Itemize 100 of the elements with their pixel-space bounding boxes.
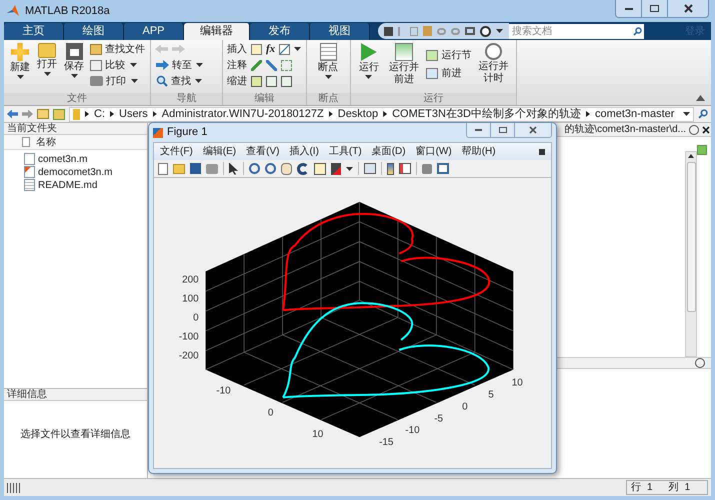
close-button[interactable] bbox=[515, 123, 551, 137]
tick-label: 0 bbox=[193, 312, 199, 324]
ribbon-tab[interactable]: 视图 bbox=[310, 23, 370, 40]
path-segment[interactable]: Desktop bbox=[338, 108, 378, 120]
collapse-ribbon-icon[interactable] bbox=[696, 95, 705, 101]
caret-icon bbox=[294, 47, 302, 51]
window-title: MATLAB R2018a bbox=[25, 4, 110, 19]
tick-label: -10 bbox=[405, 425, 420, 436]
menu-item[interactable]: 桌面(D) bbox=[372, 144, 406, 159]
script-file-icon bbox=[24, 166, 35, 178]
ribbon-button[interactable]: 打开 bbox=[35, 41, 59, 93]
ribbon-button[interactable]: 运行并前进 bbox=[386, 41, 422, 93]
pointer-icon[interactable] bbox=[229, 162, 238, 174]
menu-item[interactable]: 编辑(E) bbox=[202, 144, 236, 159]
panel-title: 详细信息 bbox=[4, 389, 147, 401]
menu-item[interactable]: 工具(T) bbox=[328, 144, 362, 159]
group-label: 运行 bbox=[351, 93, 516, 105]
ribbon-button[interactable]: 保存 bbox=[62, 41, 86, 93]
ribbon-button[interactable]: 查找 bbox=[155, 73, 192, 89]
file-row[interactable]: democomet3n.m bbox=[4, 166, 147, 178]
path-segment[interactable]: COMET3N在3D中绘制多个对象的轨迹 bbox=[392, 108, 581, 120]
ribbon-tab[interactable]: APP bbox=[124, 23, 184, 40]
file-row[interactable]: README.md bbox=[4, 179, 147, 191]
menu-item[interactable]: 插入(I) bbox=[289, 144, 319, 159]
path-segment[interactable]: Users bbox=[119, 108, 148, 120]
scroll-up-icon bbox=[688, 154, 694, 158]
caret-icon bbox=[44, 72, 50, 76]
tick-label: 0 bbox=[268, 407, 274, 418]
menu-item[interactable]: 窗口(W) bbox=[416, 144, 452, 159]
comment-label: 注释 bbox=[227, 58, 247, 72]
tick-label: -10 bbox=[216, 385, 231, 396]
minimize-button[interactable] bbox=[467, 123, 491, 137]
printer-icon bbox=[90, 76, 103, 86]
tick-label: -100 bbox=[178, 332, 199, 343]
maximize-button[interactable] bbox=[491, 123, 515, 137]
caret-icon bbox=[346, 166, 353, 170]
ribbon-button[interactable]: 比较 bbox=[89, 57, 126, 73]
folder-icon bbox=[38, 43, 56, 58]
caret-icon bbox=[131, 79, 138, 83]
colorbar-icon[interactable] bbox=[387, 162, 394, 174]
ribbon-button[interactable]: 转至 bbox=[155, 57, 193, 73]
ribbon-tab[interactable]: 发布 bbox=[250, 23, 310, 40]
ribbon-tab[interactable]: 主页 bbox=[4, 23, 64, 40]
tick-label: -15 bbox=[379, 437, 394, 448]
minimize-button[interactable] bbox=[616, 0, 642, 17]
row-number: 1 bbox=[647, 481, 653, 495]
ribbon-button[interactable]: 查找文件 bbox=[89, 41, 146, 57]
path-segment[interactable]: comet3n-master bbox=[594, 108, 674, 120]
folder-icon[interactable] bbox=[173, 164, 185, 174]
menu-item[interactable]: 文件(F) bbox=[160, 144, 193, 159]
app-logo-icon bbox=[6, 4, 20, 18]
menu-item[interactable]: 帮助(H) bbox=[462, 144, 496, 159]
scrollbar[interactable] bbox=[685, 151, 697, 357]
folder-icon bbox=[73, 108, 80, 120]
maximize-button[interactable] bbox=[642, 0, 668, 17]
ribbon-button[interactable]: 断点 bbox=[311, 41, 345, 93]
row-label: 行 bbox=[631, 481, 641, 495]
tick-label: -200 bbox=[178, 350, 199, 362]
tick-label: 0 bbox=[462, 401, 468, 412]
panel-title: 当前文件夹 bbox=[4, 123, 147, 135]
tick-label: 10 bbox=[512, 378, 523, 389]
tick-label: -5 bbox=[434, 413, 444, 424]
menu-item[interactable]: 查看(V) bbox=[246, 144, 280, 159]
close-icon[interactable] bbox=[702, 126, 710, 134]
column-label: 列 bbox=[668, 481, 679, 495]
ribbon-button[interactable]: 前进 bbox=[425, 65, 472, 81]
ribbon-button[interactable]: 运行并计时 bbox=[475, 41, 512, 93]
search-field[interactable]: 搜索文档 bbox=[509, 24, 631, 38]
new-file-icon[interactable] bbox=[158, 162, 168, 174]
editor-tab-title[interactable]: 的轨迹\comet3n-master\d... bbox=[564, 122, 686, 137]
close-button[interactable] bbox=[668, 0, 708, 17]
group-label: 编辑 bbox=[223, 93, 306, 105]
search-icon[interactable] bbox=[631, 24, 644, 38]
caret-icon bbox=[324, 75, 332, 79]
function-file-icon bbox=[24, 153, 35, 165]
caret-icon bbox=[196, 63, 203, 67]
path-segment[interactable]: C: bbox=[94, 108, 105, 120]
close-icon bbox=[684, 4, 692, 13]
search-icon[interactable] bbox=[698, 109, 708, 119]
group-label: 导航 bbox=[151, 93, 222, 105]
ribbon-button[interactable]: 新建 bbox=[8, 41, 32, 93]
caret-icon bbox=[70, 74, 78, 78]
column-header[interactable]: 名称 bbox=[36, 134, 56, 150]
column-number: 1 bbox=[684, 481, 690, 495]
legend-icon[interactable] bbox=[399, 163, 411, 174]
path-segment[interactable]: Administrator.WIN7U-20180127Z bbox=[162, 108, 324, 120]
ribbon-button[interactable]: 打印 bbox=[89, 73, 127, 89]
function-button[interactable]: fx bbox=[266, 40, 276, 58]
caret-icon bbox=[16, 75, 24, 79]
ribbon-button[interactable]: 运行 bbox=[355, 41, 383, 93]
ribbon-button[interactable]: 运行节 bbox=[425, 47, 472, 63]
figure-title: Figure 1 bbox=[167, 125, 208, 140]
caret-icon bbox=[496, 29, 503, 33]
breakpoints-icon bbox=[320, 43, 336, 61]
close-icon bbox=[529, 126, 537, 134]
ribbon-tab[interactable]: 编辑器 bbox=[184, 23, 250, 40]
folder-search-icon bbox=[90, 44, 102, 54]
caret-icon bbox=[195, 79, 202, 83]
ribbon-tab[interactable]: 绘图 bbox=[64, 23, 124, 40]
file-row[interactable]: comet3n.m bbox=[4, 153, 147, 165]
